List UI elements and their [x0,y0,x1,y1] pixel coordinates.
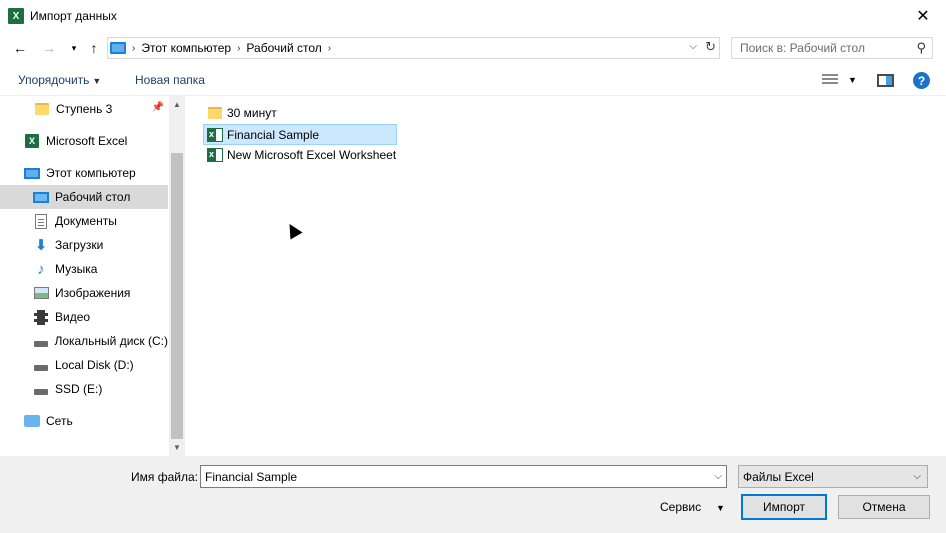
breadcrumb-this-pc[interactable]: Этот компьютер [141,41,231,55]
file-name: Financial Sample [227,127,320,142]
title-bar: X Импорт данных ✕ [0,0,946,32]
chevron-down-icon[interactable]: ▼ [716,503,725,513]
excel-file-icon [207,127,223,142]
address-dropdown-icon[interactable]: ⌵ [689,41,697,52]
mouse-cursor-icon [283,220,303,240]
chevron-right-icon: › [237,42,241,54]
nav-item-label: Видео [55,310,91,324]
tools-button[interactable]: Сервис [660,500,701,514]
chevron-right-icon[interactable]: › [328,43,331,54]
chevron-down-icon[interactable]: ▼ [848,75,857,85]
drive-icon [33,333,48,349]
downloads-icon: ⬇ [34,237,48,254]
nav-item-label: Музыка [55,262,98,276]
nav-item-label: SSD (E:) [55,382,103,396]
import-button[interactable]: Импорт [741,494,827,520]
chevron-right-icon: › [132,42,136,54]
new-folder-button[interactable]: Новая папка [135,73,205,87]
window-title: Импорт данных [30,9,117,23]
nav-item-ssd-e[interactable]: SSD (E:) [0,377,168,401]
filetype-select[interactable]: Файлы Excel ⌵ [738,465,928,488]
close-button[interactable]: ✕ [900,0,946,32]
nav-item-downloads[interactable]: ⬇ Загрузки [0,233,168,257]
filename-label: Имя файла: [131,470,198,484]
forward-icon[interactable]: → [39,38,59,58]
file-item-folder[interactable]: 30 минут [204,102,277,123]
computer-icon [24,165,40,181]
nav-item-label: Ступень 3 [56,102,113,116]
nav-item-label: Сеть [46,414,73,428]
organize-label: Упорядочить [18,73,90,87]
file-name: New Microsoft Excel Worksheet [227,147,397,162]
excel-app-icon: X [8,8,24,24]
nav-item-label: Изображения [55,286,131,300]
cancel-button[interactable]: Отмена [838,495,930,519]
folder-icon [34,101,50,117]
filename-value: Financial Sample [205,469,298,484]
desktop-icon [33,189,49,205]
preview-pane-icon[interactable] [877,74,894,87]
nav-item-network[interactable]: Сеть [0,409,168,433]
address-row: ← → ▾ ↑ › Этот компьютер › Рабочий стол … [0,32,946,64]
excel-file-icon [207,147,223,162]
nav-item-label: Local Disk (D:) [55,358,134,372]
recent-locations-chevron-icon[interactable]: ▾ [64,38,84,58]
search-input[interactable]: Поиск в: Рабочий стол ⚲ [731,37,933,59]
nav-item-label: Microsoft Excel [46,134,128,148]
drive-icon [33,381,49,397]
nav-item-label: Локальный диск (C:) [54,334,168,348]
chevron-down-icon[interactable]: ⌵ [714,471,722,482]
chevron-down-icon: ⌵ [913,471,921,482]
navigation-pane: Ступень 3 📌 X Microsoft Excel Этот компь… [0,96,185,456]
nav-item-label: Документы [55,214,117,228]
nav-item-music[interactable]: ♪ Музыка [0,257,168,281]
scroll-thumb[interactable] [171,153,183,439]
nav-item-pictures[interactable]: Изображения [0,281,168,305]
nav-item-this-pc[interactable]: Этот компьютер [0,161,168,185]
video-icon [33,309,49,325]
toolbar: Упорядочить ▼ Новая папка ▼ ? [0,64,946,96]
pin-icon[interactable]: 📌 [152,102,164,113]
nav-item-label: Загрузки [55,238,104,252]
nav-item-label: Этот компьютер [46,166,136,180]
organize-button[interactable]: Упорядочить ▼ [18,73,101,87]
excel-icon: X [24,133,40,149]
network-icon [24,413,40,429]
scroll-down-icon[interactable]: ▼ [169,439,184,456]
drive-icon [33,357,49,373]
nav-item-video[interactable]: Видео [0,305,168,329]
nav-scrollbar[interactable]: ▲ ▼ [169,96,184,456]
search-icon: ⚲ [916,40,926,55]
nav-item-label: Рабочий стол [55,190,131,204]
view-options-icon[interactable] [822,74,838,86]
back-icon[interactable]: ← [10,38,30,58]
scroll-up-icon[interactable]: ▲ [169,96,184,113]
file-item-financial-sample[interactable]: Financial Sample [203,124,397,145]
file-list: 30 минут Financial Sample New Microsoft … [186,96,946,456]
refresh-icon[interactable]: ↻ [705,39,716,55]
filename-field[interactable]: Financial Sample ⌵ [200,465,727,488]
bottom-panel: Имя файла: Financial Sample ⌵ Файлы Exce… [0,456,946,533]
nav-item-local-disk-c[interactable]: Локальный диск (C:) [0,329,168,353]
nav-item-desktop[interactable]: Рабочий стол [0,185,168,209]
folder-icon [207,105,223,121]
nav-item-microsoft-excel[interactable]: X Microsoft Excel [0,129,168,153]
breadcrumb-desktop[interactable]: Рабочий стол [246,41,321,55]
file-name: 30 минут [227,105,277,120]
address-bar[interactable]: › Этот компьютер › Рабочий стол › ⌵ ↻ [107,37,720,59]
nav-item-local-disk-d[interactable]: Local Disk (D:) [0,353,168,377]
help-icon[interactable]: ? [913,72,930,89]
filetype-value: Файлы Excel [743,469,814,484]
documents-icon [33,213,49,229]
computer-icon [110,42,126,54]
file-item-new-worksheet[interactable]: New Microsoft Excel Worksheet [204,144,396,165]
music-icon: ♪ [37,260,45,278]
up-arrow-icon[interactable]: ↑ [84,38,104,58]
pictures-icon [33,285,49,301]
chevron-down-icon: ▼ [92,76,102,86]
search-placeholder: Поиск в: Рабочий стол [740,41,865,55]
nav-item-documents[interactable]: Документы [0,209,168,233]
nav-item-step3[interactable]: Ступень 3 📌 [0,97,168,121]
